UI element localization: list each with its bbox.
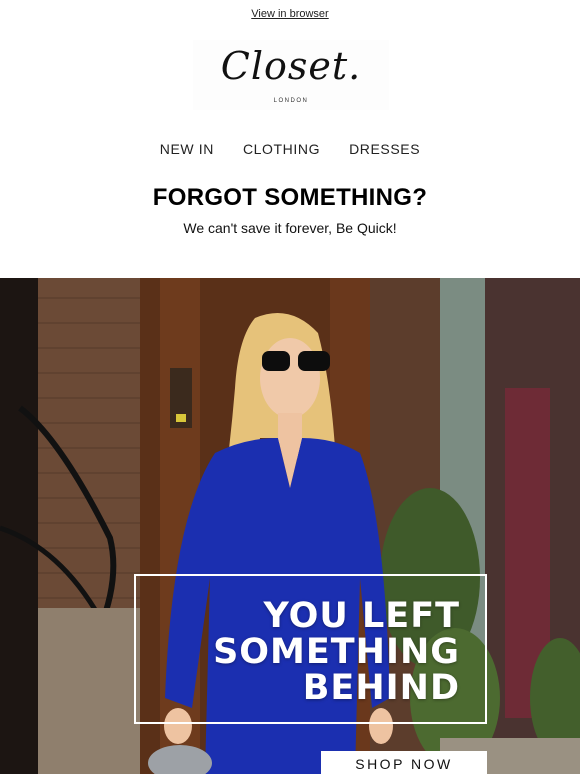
shop-now-button[interactable]: SHOP NOW [321, 751, 487, 774]
hero-line-3: BEHIND [302, 668, 460, 708]
page-headline: FORGOT SOMETHING? [152, 184, 428, 211]
main-nav: NEW IN CLOTHING DRESSES [0, 141, 580, 157]
logo-subtitle: LONDON [273, 98, 309, 104]
hero-line-1: YOU LEFT [263, 596, 460, 636]
view-in-browser-link[interactable]: View in browser [0, 8, 580, 20]
hero-banner[interactable]: YOU LEFT SOMETHING BEHIND SHOP NOW [0, 278, 580, 774]
nav-item-dresses[interactable]: DRESSES [349, 141, 420, 157]
brand-logo[interactable]: Closet. LONDON [193, 40, 389, 110]
page-subline: We can't save it forever, Be Quick! [183, 220, 397, 236]
hero-message: YOU LEFT SOMETHING BEHIND [213, 598, 460, 706]
nav-item-clothing[interactable]: CLOTHING [243, 141, 320, 157]
hero-line-2: SOMETHING [213, 632, 460, 672]
logo-wordmark: Closet. [220, 44, 362, 88]
nav-item-new-in[interactable]: NEW IN [160, 141, 214, 157]
